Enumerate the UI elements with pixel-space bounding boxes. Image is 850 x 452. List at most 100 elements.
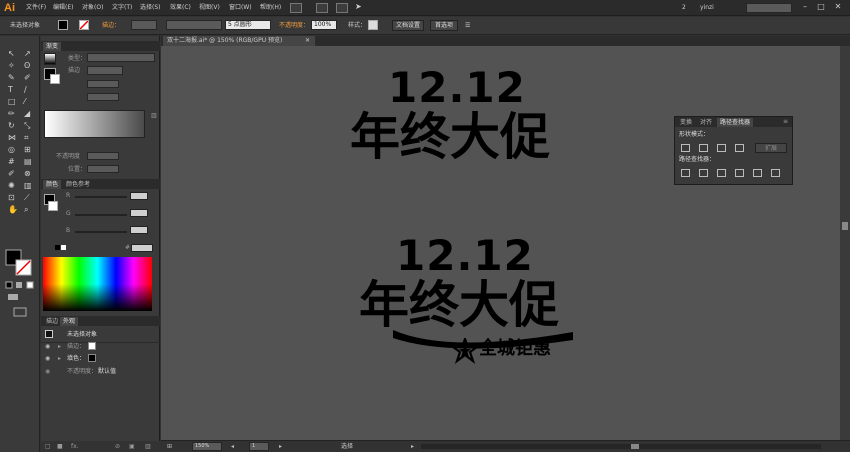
menu-object[interactable]: 对象(O) (82, 3, 103, 12)
document-setup-button[interactable]: 文档设置 (392, 20, 424, 31)
intersect-icon[interactable] (717, 144, 726, 152)
art2-title-number[interactable]: 12.12 (396, 234, 534, 278)
art2-title-text[interactable]: 年终大促 (359, 278, 559, 332)
tab-stroke[interactable]: 描边 (43, 317, 61, 326)
gradient-ramp[interactable] (44, 110, 145, 138)
gradient-angle-field[interactable] (87, 80, 119, 88)
duplicate-icon[interactable]: ▣ (129, 443, 135, 451)
opacity-label[interactable]: 不透明度： (279, 21, 309, 30)
tab-gradient[interactable]: 渐变 (43, 42, 62, 51)
tab-color[interactable]: 颜色 (43, 180, 62, 189)
art1-title-text[interactable]: 年终大促 (350, 110, 550, 164)
canvas[interactable]: 12.12 年终大促 12.12 年终大促 全城钜惠 (161, 46, 840, 440)
vertical-scroll-thumb[interactable] (842, 222, 848, 230)
channel-g-slider[interactable] (75, 214, 127, 216)
tab-align[interactable]: 对齐 (697, 118, 715, 127)
tab-pathfinder[interactable]: 路径查找器 (717, 118, 754, 127)
horizontal-scrollbar[interactable] (421, 444, 821, 449)
gradient-stroke-swatch[interactable] (50, 74, 60, 84)
preferences-button[interactable]: 首选项 (430, 20, 458, 31)
appearance-opacity-label[interactable]: 不透明度： (67, 368, 97, 376)
menu-window[interactable]: 窗口(W) (229, 3, 252, 12)
channel-b-field[interactable] (130, 226, 148, 234)
arrange-documents-icon[interactable] (316, 3, 328, 13)
appearance-stroke-label[interactable]: 描边： (67, 343, 85, 351)
channel-r-slider[interactable] (75, 196, 127, 198)
variable-width-dropdown[interactable] (166, 20, 222, 30)
black-chip[interactable] (55, 245, 60, 250)
crop-icon[interactable] (735, 169, 744, 177)
close-icon[interactable]: ✕ (831, 1, 845, 13)
white-chip[interactable] (61, 245, 66, 250)
channel-g-field[interactable] (130, 209, 148, 217)
visibility-eye-icon[interactable]: ◉ (45, 368, 50, 376)
expand-fill-icon[interactable]: ▸ (58, 355, 61, 363)
prev-artboard-icon[interactable]: ◂ (231, 443, 234, 451)
stroke-label[interactable]: 描边： (102, 21, 120, 30)
gradient-swatch[interactable] (44, 53, 56, 65)
menu-view[interactable]: 视图(V) (199, 3, 220, 12)
appearance-stroke-swatch[interactable] (88, 342, 96, 350)
stroke-swatch[interactable] (79, 20, 89, 30)
exclude-icon[interactable] (735, 144, 744, 152)
workspace-number[interactable]: 2 (682, 3, 686, 12)
artboard-number-field[interactable]: 1 (249, 442, 269, 451)
workspace-icon[interactable] (336, 3, 348, 13)
trim-icon[interactable] (699, 169, 708, 177)
fill-swatch[interactable] (58, 20, 68, 30)
send-icon[interactable]: ➤ (355, 2, 362, 11)
panel-menu-icon[interactable]: ≡ (783, 118, 788, 126)
expand-stroke-icon[interactable]: ▸ (58, 343, 61, 351)
visibility-eye-icon[interactable]: ◉ (45, 343, 50, 351)
brush-dropdown[interactable]: 5 点圆形 (225, 20, 271, 30)
trash-icon[interactable]: ▥ (145, 443, 151, 451)
maximize-icon[interactable]: □ (814, 1, 828, 13)
zoom-field[interactable]: 150% (192, 442, 222, 451)
tab-color-guide[interactable]: 颜色参考 (63, 180, 93, 189)
minimize-icon[interactable]: – (798, 1, 812, 13)
stroke-weight-field[interactable] (131, 20, 157, 30)
menu-select[interactable]: 选择(S) (140, 3, 161, 12)
opacity-field[interactable]: 100% (311, 20, 337, 30)
appearance-fill-label[interactable]: 填色： (67, 355, 85, 363)
gradient-stroke-buttons[interactable] (87, 66, 123, 75)
art1-title-number[interactable]: 12.12 (388, 66, 526, 110)
style-swatch[interactable] (368, 20, 378, 30)
outline-icon[interactable] (753, 169, 762, 177)
gradient-aspect-field[interactable] (87, 93, 119, 101)
tab-transform[interactable]: 变换 (677, 118, 695, 127)
new-fill-icon[interactable]: ■ (57, 443, 63, 451)
bridge-icon[interactable] (290, 3, 302, 13)
hex-field[interactable] (131, 244, 153, 252)
search-field[interactable] (746, 3, 792, 13)
minus-front-icon[interactable] (699, 144, 708, 152)
document-close-icon[interactable]: ✕ (305, 37, 310, 45)
color-spectrum[interactable] (43, 257, 152, 311)
gradient-position-field[interactable] (87, 165, 119, 173)
menu-effect[interactable]: 效果(C) (170, 3, 191, 12)
gradient-type-dropdown[interactable] (87, 53, 155, 62)
status-menu-icon[interactable]: ▸ (411, 443, 414, 451)
appearance-fill-swatch[interactable] (88, 354, 96, 362)
visibility-eye-icon[interactable]: ◉ (45, 355, 50, 363)
new-stroke-icon[interactable]: □ (45, 443, 51, 451)
horizontal-scroll-thumb[interactable] (631, 444, 639, 449)
menu-edit[interactable]: 编辑(E) (53, 3, 73, 12)
status-nav-icon[interactable]: ⊞ (167, 443, 172, 451)
merge-icon[interactable] (717, 169, 726, 177)
user-name[interactable]: yinzi (700, 3, 714, 12)
divide-icon[interactable] (681, 169, 690, 177)
channel-r-field[interactable] (130, 192, 148, 200)
menu-type[interactable]: 文字(T) (112, 3, 132, 12)
tab-appearance[interactable]: 外观 (60, 317, 79, 326)
vertical-scrollbar[interactable] (840, 46, 850, 440)
gradient-delete-icon[interactable]: ▥ (151, 112, 157, 120)
document-tab[interactable]: 双十二海报.ai* @ 150% (RGB/GPU 预览) ✕ (163, 36, 315, 46)
align-menu-icon[interactable]: ☰ (465, 21, 470, 30)
expand-button[interactable]: 扩展 (755, 143, 787, 153)
channel-b-slider[interactable] (75, 231, 127, 233)
minus-back-icon[interactable] (771, 169, 780, 177)
unite-icon[interactable] (681, 144, 690, 152)
menu-help[interactable]: 帮助(H) (260, 3, 281, 12)
art2-tagline[interactable]: 全城钜惠 (479, 338, 551, 360)
